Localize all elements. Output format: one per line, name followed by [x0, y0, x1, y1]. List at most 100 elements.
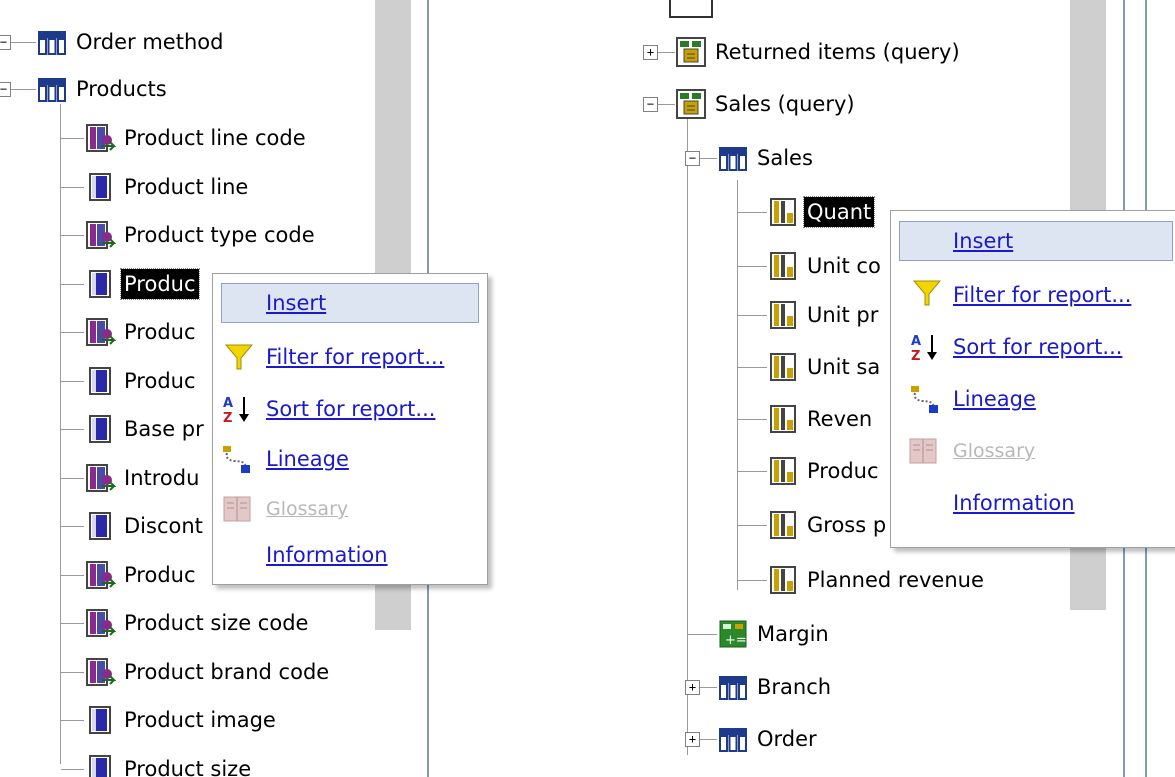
tree-item[interactable]: Order method: [36, 25, 226, 59]
tree-item[interactable]: Produc: [767, 454, 882, 488]
tree-item[interactable]: += Margin: [717, 617, 832, 651]
tree-item[interactable]: Unit sa: [767, 350, 883, 384]
tree-item-label: Produc: [120, 267, 200, 300]
tree-item[interactable]: Planned revenue: [767, 563, 987, 597]
sort-icon: AZ: [223, 396, 249, 425]
query-subject-icon: [717, 723, 749, 755]
tree-item[interactable]: Returned items (query): [675, 35, 963, 69]
menu-item-insert[interactable]: Insert: [213, 281, 487, 325]
tree-item-label: Products: [76, 77, 167, 101]
attribute-icon: [84, 365, 116, 397]
right-tree-panel: + Returned items (query) − Sales (query) − Sa…: [625, 0, 1175, 777]
collapse-toggle-icon[interactable]: −: [685, 151, 700, 166]
tree-item[interactable]: Sales: [717, 141, 816, 175]
tree-item-label: Product size: [124, 756, 252, 777]
identifier-icon: [84, 607, 117, 639]
measure-icon: [767, 509, 799, 541]
expand-toggle-icon[interactable]: +: [643, 45, 658, 60]
tree-item[interactable]: Produc: [84, 267, 200, 301]
tree-item-label: Discont: [124, 514, 203, 538]
tree-item-label: Introdu: [124, 465, 200, 490]
expand-toggle-icon[interactable]: +: [685, 680, 700, 695]
menu-item-insert[interactable]: Insert: [891, 219, 1175, 263]
tree-item[interactable]: Products: [36, 72, 170, 106]
tree-item[interactable]: Product line: [84, 170, 251, 204]
tree-item[interactable]: Product type code: [84, 218, 318, 252]
measure-icon: [767, 250, 799, 282]
tree-item-label: Unit sa: [807, 355, 881, 379]
tree-item[interactable]: Base pr: [84, 412, 207, 446]
tree-item[interactable]: Product line code: [84, 121, 309, 155]
measure-icon: [767, 455, 799, 487]
measure-icon: [767, 196, 799, 228]
partial-row-icon: [669, 0, 713, 18]
menu-item-sort[interactable]: AZ Sort for report...: [891, 325, 1175, 369]
tree-item-label: Base pr: [124, 417, 204, 441]
expand-toggle-icon[interactable]: +: [685, 732, 700, 747]
tree-item[interactable]: Branch: [717, 670, 834, 704]
tree-item[interactable]: Unit pr: [767, 298, 881, 332]
menu-item-filter[interactable]: Filter for report...: [213, 335, 487, 379]
menu-item-information[interactable]: Information: [213, 533, 487, 577]
tree-item-label: Product size code: [124, 611, 309, 635]
collapse-toggle-icon[interactable]: −: [0, 82, 11, 97]
tree-connector: [687, 634, 717, 635]
attribute-icon: [84, 413, 116, 445]
tree-item[interactable]: Unit co: [767, 249, 884, 283]
tree-item-label: Order: [757, 727, 817, 751]
collapse-toggle-icon[interactable]: −: [643, 97, 658, 112]
menu-item-lineage[interactable]: Lineage: [891, 377, 1175, 421]
tree-item[interactable]: Sales (query): [675, 87, 858, 121]
tree-item-label: Sales (query): [715, 92, 855, 116]
tree-item[interactable]: Gross p: [767, 508, 889, 542]
tree-item-label: Sales: [757, 146, 813, 170]
attribute-icon: [84, 753, 116, 777]
right-context-menu: Insert Filter for report... AZ Sort for …: [890, 210, 1175, 548]
filter-icon: [224, 344, 254, 370]
tree-item-label: Product type code: [124, 223, 315, 247]
tree-item-label: Returned items (query): [715, 40, 960, 64]
tree-item[interactable]: Product size code: [84, 606, 311, 640]
glossary-icon: [223, 496, 251, 522]
menu-item-label: Sort for report...: [953, 335, 1123, 359]
tree-item[interactable]: Produc: [84, 315, 199, 349]
collapse-toggle-icon[interactable]: −: [0, 35, 11, 50]
tree-item[interactable]: Produc: [84, 364, 199, 398]
tree-connector: [737, 367, 767, 368]
tree-guide-line: [737, 180, 738, 590]
menu-item-information[interactable]: Information: [891, 481, 1175, 525]
tree-item[interactable]: Product brand code: [84, 655, 332, 689]
tree-connector: [657, 104, 675, 105]
query-icon: [675, 88, 707, 120]
tree-connector: [61, 623, 84, 624]
tree-item[interactable]: Order: [717, 722, 820, 756]
tree-item[interactable]: Product image: [84, 703, 279, 737]
tree-item[interactable]: Introdu: [84, 461, 202, 495]
tree-guide-line: [687, 100, 688, 755]
menu-item-label: Lineage: [953, 387, 1036, 411]
tree-item[interactable]: Product size: [84, 752, 254, 777]
attribute-icon: [84, 704, 116, 736]
svg-text:A: A: [223, 396, 233, 411]
menu-item-label: Sort for report...: [266, 397, 436, 421]
tree-item[interactable]: Produc: [84, 558, 199, 592]
tree-connector: [61, 186, 84, 188]
tree-item[interactable]: Quant: [767, 195, 876, 229]
measure-icon: [767, 403, 799, 435]
tree-item[interactable]: Discont: [84, 509, 206, 543]
tree-item-label: Branch: [757, 675, 832, 699]
tree-item-label: Produc: [124, 320, 196, 344]
tree-item-label: Product image: [124, 708, 276, 732]
attribute-icon: [84, 510, 116, 542]
tree-item-label: Produc: [124, 562, 196, 587]
tree-connector: [737, 471, 767, 472]
menu-item-lineage[interactable]: Lineage: [213, 437, 487, 481]
tree-item[interactable]: Reven: [767, 402, 875, 436]
tree-connector: [737, 525, 767, 526]
menu-item-label: Glossary: [953, 440, 1036, 462]
tree-item-label: Unit co: [807, 254, 881, 278]
menu-item-sort[interactable]: AZ Sort for report...: [213, 387, 487, 431]
menu-item-filter[interactable]: Filter for report...: [891, 273, 1175, 317]
tree-connector: [737, 266, 767, 267]
measure-icon: [767, 351, 799, 383]
